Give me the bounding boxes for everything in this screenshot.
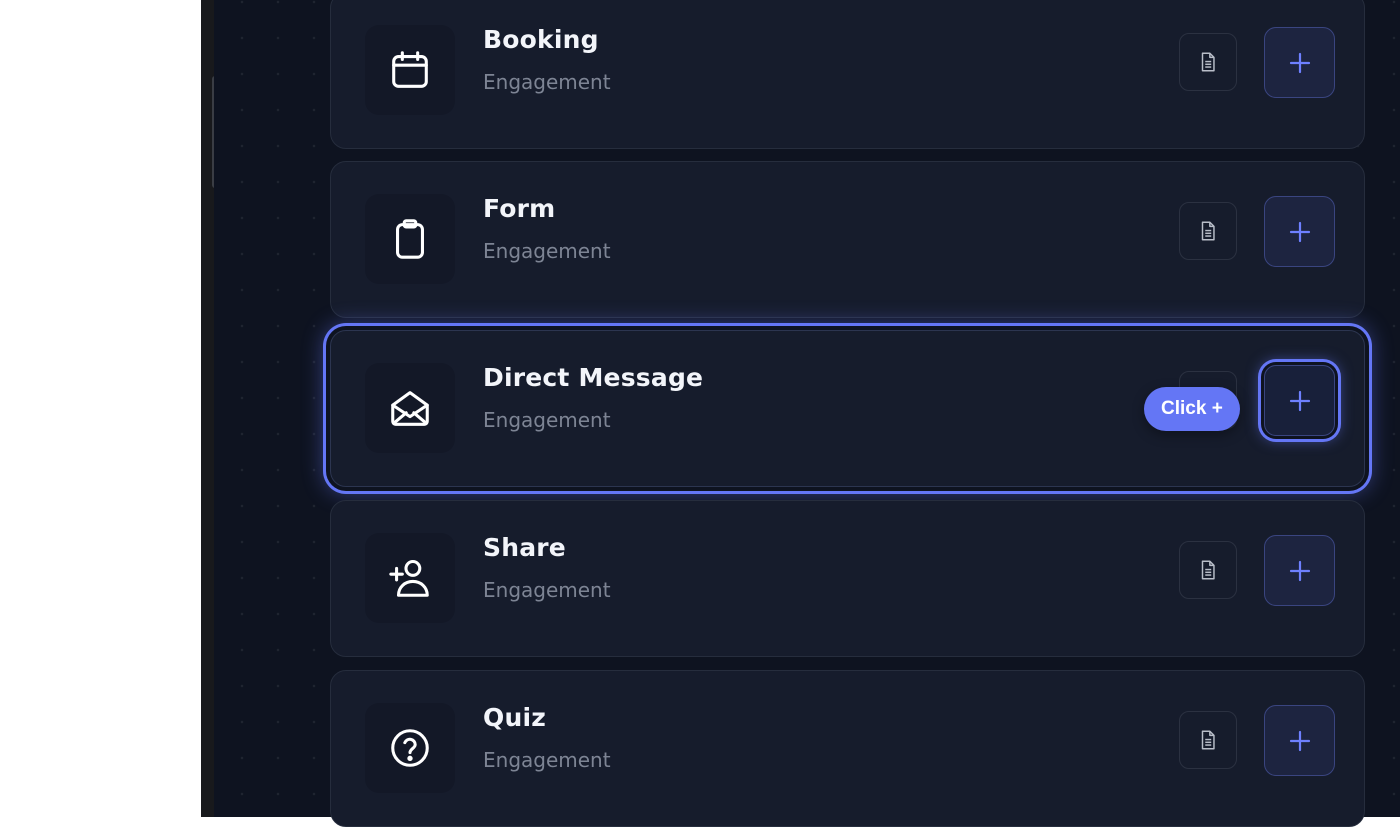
plus-icon <box>1289 730 1310 751</box>
add-button[interactable] <box>1264 535 1335 606</box>
item-category: Engagement <box>483 408 611 432</box>
document-icon <box>1201 730 1215 750</box>
plus-icon <box>1289 52 1310 73</box>
list-item-booking[interactable]: Booking Engagement <box>330 0 1365 149</box>
details-button[interactable] <box>1179 541 1237 599</box>
item-title: Booking <box>483 25 599 54</box>
add-user-icon <box>365 533 455 623</box>
list-item-form[interactable]: Form Engagement <box>330 161 1365 318</box>
item-category: Engagement <box>483 748 611 772</box>
add-button[interactable] <box>1264 705 1335 776</box>
add-button[interactable] <box>1264 196 1335 267</box>
item-category: Engagement <box>483 70 611 94</box>
clipboard-icon <box>365 194 455 284</box>
document-icon <box>1201 221 1215 241</box>
envelope-open-icon <box>365 363 455 453</box>
details-button[interactable] <box>1179 711 1237 769</box>
document-icon <box>1201 560 1215 580</box>
item-title: Direct Message <box>483 363 704 392</box>
item-title: Share <box>483 533 566 562</box>
item-title: Form <box>483 194 556 223</box>
outside-area <box>0 0 201 817</box>
item-category: Engagement <box>483 578 611 602</box>
add-button[interactable] <box>1264 365 1335 436</box>
details-button[interactable] <box>1179 202 1237 260</box>
details-button[interactable] <box>1179 33 1237 91</box>
calendar-icon <box>365 25 455 115</box>
add-button[interactable] <box>1264 27 1335 98</box>
list-item-share[interactable]: Share Engagement <box>330 500 1365 657</box>
item-category: Engagement <box>483 239 611 263</box>
click-hint-tooltip: Click + <box>1144 387 1240 431</box>
question-circle-icon <box>365 703 455 793</box>
plus-icon <box>1289 221 1310 242</box>
item-title: Quiz <box>483 703 546 732</box>
list-item-direct-message[interactable]: Direct Message Engagement Click + <box>330 330 1365 487</box>
list-item-quiz[interactable]: Quiz Engagement <box>330 670 1365 827</box>
document-icon <box>1201 52 1215 72</box>
plus-icon <box>1289 390 1310 411</box>
plus-icon <box>1289 560 1310 581</box>
